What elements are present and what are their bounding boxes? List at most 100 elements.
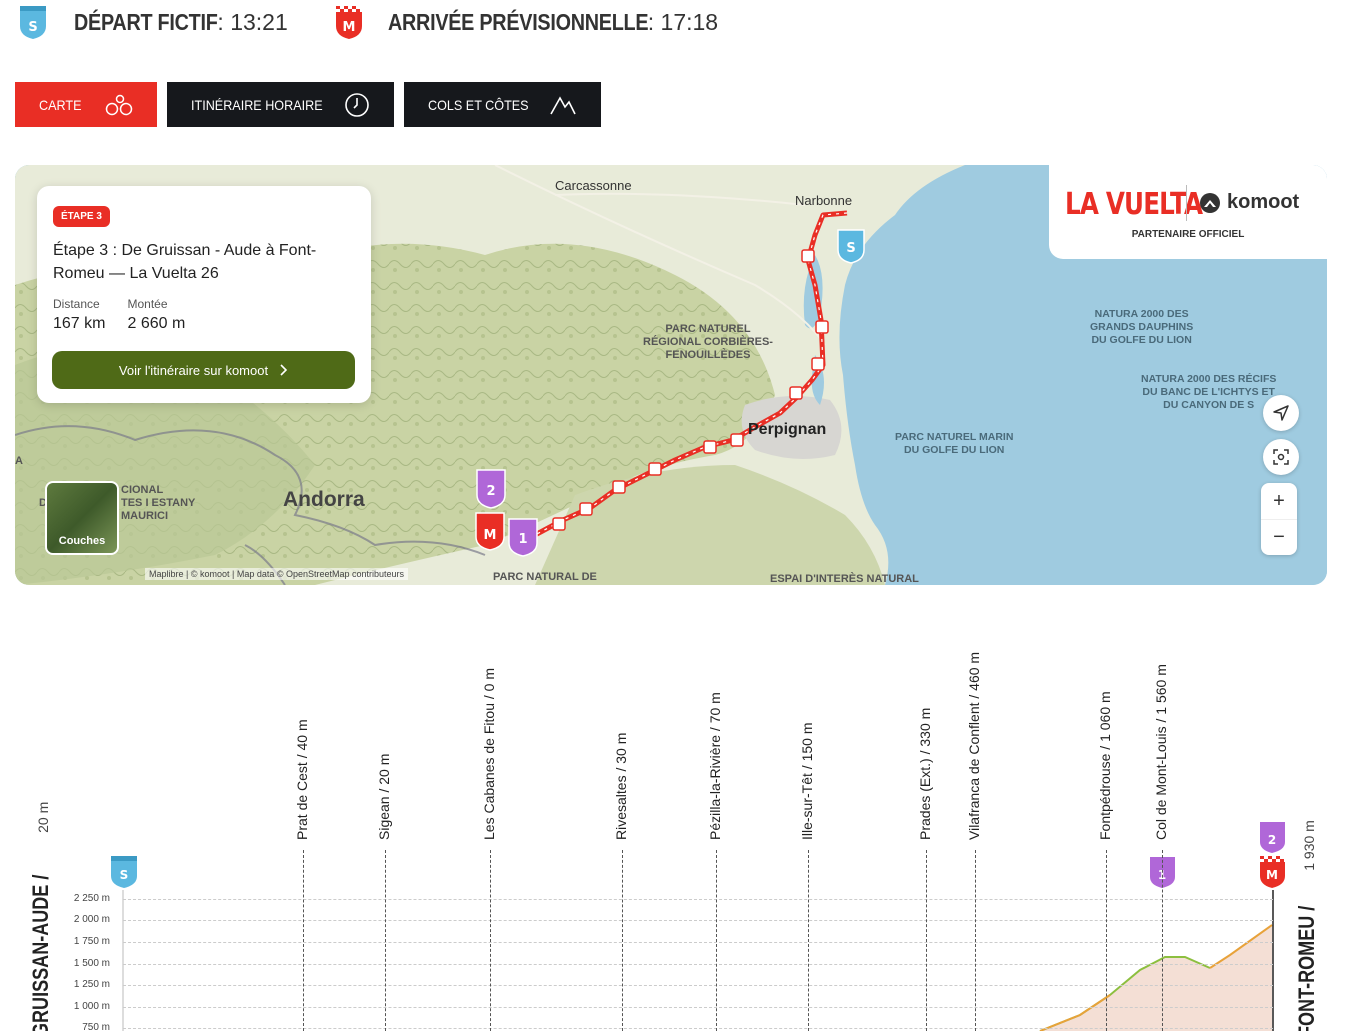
layers-button[interactable]: Couches <box>45 481 119 555</box>
waypoint-altitude: / 30 m <box>613 732 629 776</box>
svg-text:M: M <box>484 528 497 543</box>
start-shield-letter: S <box>28 20 37 35</box>
waypoint-line <box>385 850 386 1031</box>
map-label-natura-recifs: NATURA 2000 DES RÉCIFS DU BANC DE L'ICHT… <box>1141 373 1277 411</box>
map-label-natura-dauphins: NATURA 2000 DES GRANDS DAUPHINS DU GOLFE… <box>1090 308 1194 346</box>
start-time: : 13:21 <box>217 8 288 35</box>
waypoint-line <box>1106 850 1107 1031</box>
arrival-time: : 17:18 <box>647 8 719 35</box>
y-gridline <box>123 964 1273 965</box>
map-label-andorra: Andorra <box>283 488 365 511</box>
svg-text:1: 1 <box>518 532 527 547</box>
elevation-profile: S 1 2 M 2 250 m2 000 m1 750 m1 500 m1 25… <box>0 600 1363 1031</box>
waypoint-altitude: / 0 m <box>481 668 497 704</box>
zoom-out-button[interactable]: − <box>1261 519 1297 555</box>
profile-start-alt: 20 m <box>35 801 51 833</box>
map-label-perpignan: Perpignan <box>748 421 827 438</box>
map-label-cional: CIONAL TES I ESTANY MAURICI <box>121 484 196 522</box>
komoot-mark-icon <box>1200 192 1220 213</box>
tab-carte[interactable]: CARTE <box>15 82 157 127</box>
climb-stat: Montée 2 660 m <box>127 297 185 333</box>
start-time-info: DÉPART FICTIF : 13:21 <box>74 9 288 36</box>
profile-end-label: FONT-ROMEU / 1 930 m <box>1294 820 1320 1031</box>
map-label-narbonne: Narbonne <box>795 193 853 208</box>
map-label-a: A <box>15 455 23 467</box>
waypoint-name: Vilafranca de Conflent <box>966 702 982 841</box>
stage-info-card: ÉTAPE 3 Étape 3 : De Gruissan - Aude à F… <box>37 186 371 403</box>
tab-cols-et-cotes[interactable]: COLS ET CÔTES <box>404 82 601 127</box>
waypoint-label: Sigean / 20 m <box>376 754 392 840</box>
svg-text:S: S <box>120 868 129 882</box>
waypoint-label: Ille-sur-Têt / 150 m <box>799 723 815 841</box>
start-shield-icon: S <box>18 4 48 40</box>
distance-label: Distance <box>53 297 100 311</box>
la-vuelta-logo: LA VUELTA <box>1065 187 1203 222</box>
waypoint-label: Pézilla-la-Rivière / 70 m <box>707 692 723 840</box>
tab-itineraire-horaire[interactable]: ITINÉRAIRE HORAIRE <box>167 82 394 127</box>
waypoint-altitude: / 330 m <box>917 707 933 759</box>
distance-value: 167 km <box>53 315 106 332</box>
waypoint-label: Col de Mont-Louis / 1 560 m <box>1153 664 1169 840</box>
tab-carte-label: CARTE <box>39 96 82 113</box>
tab-cols-label: COLS ET CÔTES <box>428 96 529 113</box>
navigation-arrow-icon <box>1273 405 1289 421</box>
y-tick-label: 1 000 m <box>73 1001 110 1012</box>
waypoint-label: Prades (Ext.) / 330 m <box>917 708 933 840</box>
svg-text:M: M <box>1266 868 1278 882</box>
profile-start-marker: S <box>111 856 137 888</box>
y-gridline <box>123 1028 1273 1029</box>
y-gridline <box>123 899 1273 900</box>
stage-stats: Distance 167 km Montée 2 660 m <box>53 297 355 333</box>
waypoint-altitude: / 1 560 m <box>1153 664 1169 727</box>
komoot-logo: komoot <box>1199 191 1299 214</box>
map-label-parc-marin: PARC NATUREL MARIN DU GOLFE DU LION <box>895 431 1014 456</box>
waypoint-line <box>622 850 623 1031</box>
map-label-espai: ESPAI D'INTERÈS NATURAL <box>770 573 919 585</box>
zoom-in-button[interactable]: + <box>1261 483 1297 519</box>
view-on-komoot-label: Voir l'itinéraire sur komoot <box>118 362 269 378</box>
arrival-time-info: ARRIVÉE PRÉVISIONNELLE : 17:18 <box>388 9 718 36</box>
partner-panel: LA VUELTA komoot PARTENAIRE OFFICIEL <box>1049 165 1327 259</box>
map-label-parc-natural: PARC NATURAL DE <box>493 571 597 583</box>
distance-stat: Distance 167 km <box>53 297 105 333</box>
waypoint-name: Rivesaltes <box>613 775 629 840</box>
waypoint-label: Les Cabanes de Fitou / 0 m <box>481 668 497 840</box>
climb-value: 2 660 m <box>127 315 186 332</box>
arrival-shield-icon: M <box>334 4 364 40</box>
locate-button[interactable] <box>1263 395 1299 431</box>
map-climb2-marker: 2 <box>476 469 506 509</box>
waypoint-label: Vilafranca de Conflent / 460 m <box>966 652 982 840</box>
map-climb1-marker: 1 <box>508 518 538 557</box>
waypoint-label: Rivesaltes / 30 m <box>613 733 629 840</box>
y-gridline <box>123 942 1273 943</box>
waypoint-name: Pézilla-la-Rivière <box>707 734 723 840</box>
route-map[interactable]: S 2 M 1 Carcassonne Narbonne Perpignan A… <box>15 165 1327 585</box>
view-on-komoot-button[interactable]: Voir l'itinéraire sur komoot <box>52 351 355 389</box>
view-tabs: CARTE ITINÉRAIRE HORAIRE COLS ET CÔTES <box>15 82 601 127</box>
y-tick-label: 2 000 m <box>73 914 110 925</box>
mountain-icon <box>550 95 576 114</box>
arrival-label: ARRIVÉE PRÉVISIONNELLE <box>387 8 649 35</box>
climb-label: Montée <box>127 297 168 311</box>
stage-page: S DÉPART FICTIF : 13:21 M ARRIVÉE PRÉVIS… <box>0 0 1363 1031</box>
stage-header: S DÉPART FICTIF : 13:21 M ARRIVÉE PRÉVIS… <box>18 2 718 42</box>
waypoint-line <box>808 850 809 1031</box>
partner-subtitle: PARTENAIRE OFFICIEL <box>1131 229 1245 240</box>
tab-itineraire-label: ITINÉRAIRE HORAIRE <box>191 96 323 113</box>
zoom-control: + − <box>1261 483 1297 555</box>
svg-text:2: 2 <box>486 484 495 499</box>
waypoint-line <box>716 850 717 1031</box>
waypoint-altitude: / 1 060 m <box>1097 691 1113 754</box>
profile-start-label: GRUISSAN-AUDE / 20 m <box>28 802 54 1031</box>
map-label-parc-corbieres: PARC NATUREL RÉGIONAL CORBIÈRES- FENOUIL… <box>643 323 773 361</box>
waypoint-name: Prat de Cest <box>294 762 310 840</box>
start-label: DÉPART FICTIF <box>74 8 218 35</box>
layers-label: Couches <box>58 535 106 547</box>
svg-text:S: S <box>846 241 855 256</box>
waypoint-line <box>926 850 927 1031</box>
fit-route-button[interactable] <box>1263 439 1299 475</box>
y-tick-label: 2 250 m <box>73 893 110 904</box>
waypoint-altitude: / 70 m <box>707 692 723 735</box>
komoot-logo-text: komoot <box>1227 191 1300 213</box>
y-tick-label: 750 m <box>82 1022 110 1031</box>
